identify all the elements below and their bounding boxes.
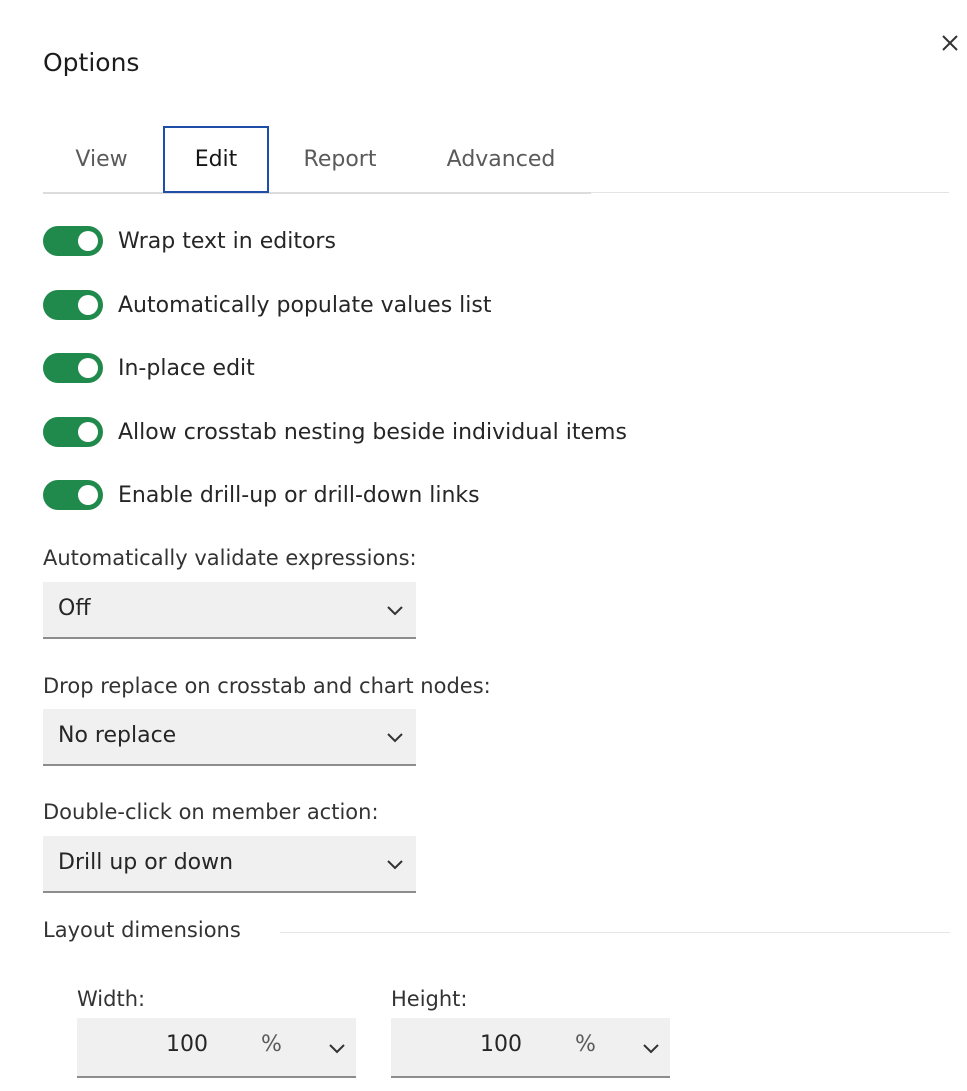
- options-dialog: Options View Edit Report Advanced Wrap t…: [0, 0, 967, 1079]
- chevron-down-icon: [387, 606, 403, 616]
- drop-replace-label: Drop replace on crosstab and chart nodes…: [43, 674, 491, 698]
- height-unit-value: %: [575, 1032, 596, 1057]
- double-click-label: Double-click on member action:: [43, 800, 379, 824]
- double-click-value: Drill up or down: [58, 850, 234, 875]
- in-place-edit-toggle[interactable]: [43, 353, 103, 383]
- drop-replace-value: No replace: [58, 723, 177, 748]
- validate-expressions-label: Automatically validate expressions:: [43, 546, 417, 570]
- drill-links-toggle[interactable]: [43, 480, 103, 510]
- tab-view-label: View: [75, 147, 128, 172]
- height-value: 100: [480, 1032, 522, 1057]
- height-label: Height:: [391, 987, 468, 1011]
- crosstab-nesting-toggle[interactable]: [43, 417, 103, 447]
- width-label: Width:: [77, 987, 146, 1011]
- populate-values-label: Automatically populate values list: [118, 292, 492, 318]
- close-button[interactable]: [935, 28, 965, 58]
- width-value: 100: [166, 1032, 208, 1057]
- toggle-row-wrap-text: Wrap text in editors: [43, 226, 336, 256]
- wrap-text-label: Wrap text in editors: [118, 228, 336, 254]
- double-click-select[interactable]: Drill up or down: [43, 836, 416, 893]
- toggle-knob: [78, 358, 98, 378]
- validate-expressions-value: Off: [58, 596, 91, 621]
- tab-report[interactable]: Report: [269, 126, 411, 193]
- wrap-text-toggle[interactable]: [43, 226, 103, 256]
- width-field[interactable]: 100 %: [77, 1018, 356, 1078]
- chevron-down-icon[interactable]: [327, 1041, 347, 1055]
- toggle-knob: [78, 485, 98, 505]
- layout-dimensions-divider: [280, 932, 950, 933]
- toggle-row-populate-values: Automatically populate values list: [43, 290, 491, 320]
- chevron-down-icon[interactable]: [641, 1041, 661, 1055]
- chevron-down-icon: [387, 860, 403, 870]
- drop-replace-select[interactable]: No replace: [43, 709, 416, 766]
- layout-dimensions-title: Layout dimensions: [43, 918, 241, 942]
- tab-edit[interactable]: Edit: [163, 126, 269, 193]
- toggle-knob: [78, 295, 98, 315]
- drill-links-label: Enable drill-up or drill-down links: [118, 482, 480, 508]
- in-place-edit-label: In-place edit: [118, 355, 255, 381]
- tab-advanced-label: Advanced: [446, 147, 556, 172]
- populate-values-toggle[interactable]: [43, 290, 103, 320]
- toggle-row-drill-links: Enable drill-up or drill-down links: [43, 480, 480, 510]
- crosstab-nesting-label: Allow crosstab nesting beside individual…: [118, 419, 627, 445]
- toggle-row-in-place-edit: In-place edit: [43, 353, 255, 383]
- height-unit-select[interactable]: %: [575, 1032, 596, 1057]
- options-tabs: View Edit Report Advanced: [43, 126, 949, 194]
- dialog-title: Options: [43, 48, 140, 77]
- validate-expressions-select[interactable]: Off: [43, 582, 416, 639]
- height-field[interactable]: 100 %: [391, 1018, 670, 1078]
- tab-advanced[interactable]: Advanced: [411, 126, 591, 193]
- tab-view[interactable]: View: [43, 126, 160, 193]
- chevron-down-icon: [387, 733, 403, 743]
- toggle-knob: [78, 231, 98, 251]
- width-unit-select[interactable]: %: [261, 1032, 282, 1057]
- toggle-knob: [78, 422, 98, 442]
- tab-edit-label: Edit: [194, 147, 238, 172]
- close-icon: [942, 35, 958, 51]
- tab-report-label: Report: [303, 147, 377, 172]
- width-unit-value: %: [261, 1032, 282, 1057]
- toggle-row-crosstab-nesting: Allow crosstab nesting beside individual…: [43, 417, 627, 447]
